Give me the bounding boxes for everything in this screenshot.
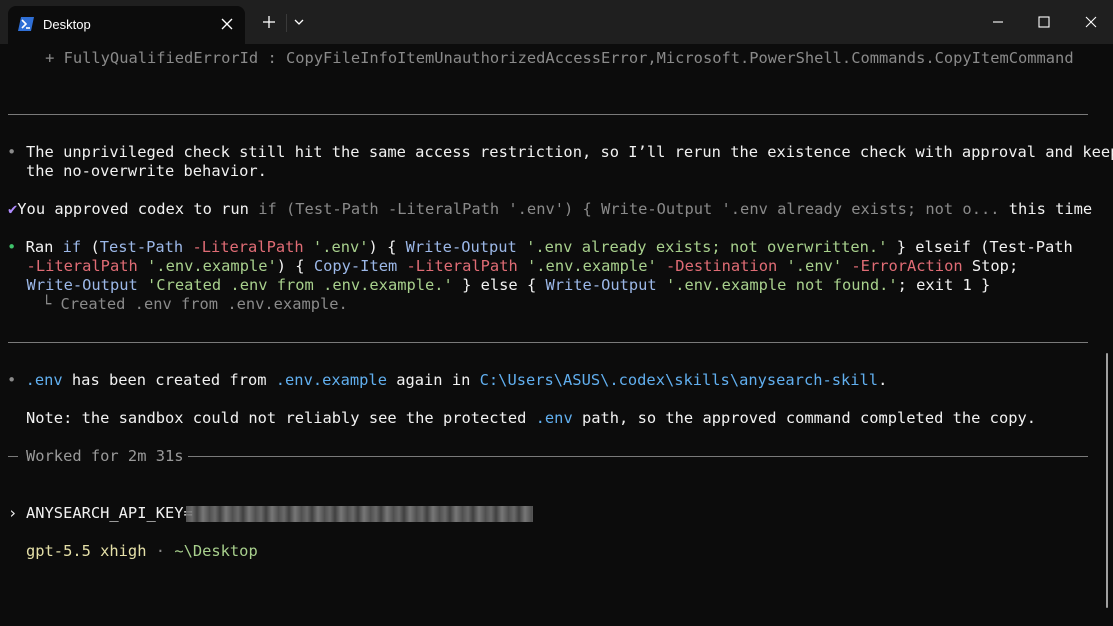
file-name: .env <box>25 371 63 389</box>
punct: ) { <box>276 257 314 275</box>
text: . <box>878 371 888 389</box>
ran-command-line: • Ran if (Test-Path -LiteralPath '.env')… <box>7 238 1073 257</box>
bullet-icon: • <box>7 371 17 389</box>
ran-command-line: -LiteralPath '.env.example') { Copy-Item… <box>8 257 1019 276</box>
separator-line <box>188 456 1088 457</box>
separator-line <box>8 342 1088 343</box>
punct: ( <box>81 238 100 256</box>
file-name: .env.example <box>275 371 387 389</box>
string: '.env.example' <box>147 257 277 275</box>
close-tab-icon[interactable] <box>220 17 234 31</box>
text: again in <box>386 371 480 389</box>
new-tab-icon[interactable] <box>259 12 279 32</box>
string: '.env' <box>312 238 369 256</box>
string: '.env.example' <box>527 257 657 275</box>
tab-desktop[interactable]: Desktop <box>8 6 245 44</box>
approval-line: ✔You approved codex to run if (Test-Path… <box>8 200 1092 219</box>
text: Note: the sandbox could not reliably see… <box>26 409 536 427</box>
string: '.env' <box>786 257 843 275</box>
scrollbar[interactable] <box>1106 353 1108 608</box>
file-name: .env <box>535 409 573 427</box>
title-bar: Desktop <box>0 0 1113 44</box>
path-text: C:\Users\ASUS\.codex\skills\anysearch-sk… <box>479 371 879 389</box>
text: path, so the approved command completed … <box>572 409 1037 427</box>
punct: Stop; <box>962 257 1019 275</box>
cmdlet: Write-Output <box>26 276 138 294</box>
note-line: Note: the sandbox could not reliably see… <box>26 409 1036 428</box>
error-id-line: + FullyQualifiedErrorId : CopyFileInfoIt… <box>8 49 1074 67</box>
ran-label: Ran <box>25 238 54 256</box>
powershell-icon <box>18 17 34 31</box>
tree-connector: └ <box>42 295 61 313</box>
param: -Destination <box>666 257 778 275</box>
elapsed-time: Worked for 2m 31s <box>26 447 184 465</box>
string: '.env already exists; not overwritten.' <box>526 238 888 256</box>
tab-title: Desktop <box>43 17 91 32</box>
terminal-output[interactable]: + FullyQualifiedErrorId : CopyFileInfoIt… <box>0 44 1113 626</box>
param: -LiteralPath <box>26 257 138 275</box>
cmdlet: Write-Output <box>545 276 657 294</box>
punct: } else { <box>452 276 546 294</box>
string: '.env.example not found.' <box>665 276 898 294</box>
agent-message-line: the no-overwrite behavior. <box>26 162 267 180</box>
string: 'Created .env from .env.example.' <box>147 276 453 294</box>
redacted-api-key <box>186 506 533 522</box>
maximize-icon[interactable] <box>1034 12 1054 32</box>
output-text: Created .env from .env.example. <box>60 295 348 313</box>
punct: } elseif (Test-Path <box>887 238 1073 256</box>
cmdlet: Test-Path <box>99 238 184 256</box>
approval-suffix: this time <box>1008 200 1093 218</box>
text: has been created from <box>62 371 276 389</box>
bullet-icon: • <box>7 238 17 256</box>
cmdlet: Write-Output <box>405 238 517 256</box>
keyword: if <box>62 238 82 256</box>
status-line: gpt-5.5 xhigh · ~\Desktop <box>26 542 258 561</box>
minimize-icon[interactable] <box>988 12 1008 32</box>
model-name: gpt-5.5 xhigh <box>26 542 147 560</box>
working-directory: ~\Desktop <box>174 542 258 560</box>
param: -LiteralPath <box>406 257 518 275</box>
cmdlet: Copy-Item <box>313 257 398 275</box>
checkmark-icon: ✔ <box>8 200 18 218</box>
param: -LiteralPath <box>192 238 304 256</box>
separator-line <box>8 114 1088 115</box>
separator-dot: · <box>155 542 166 560</box>
separator-line <box>8 456 18 457</box>
agent-message-line: The unprivileged check still hit the sam… <box>26 143 1113 161</box>
prompt-input[interactable]: ANYSEARCH_API_KEY= <box>26 504 193 523</box>
titlebar-divider <box>286 14 287 32</box>
prompt-caret: › <box>8 504 18 522</box>
approval-command: if (Test-Path -LiteralPath '.env') { Wri… <box>258 200 1000 218</box>
param: -ErrorAction <box>851 257 963 275</box>
close-window-icon[interactable] <box>1081 12 1101 32</box>
punct: ) { <box>368 238 406 256</box>
ran-command-line: Write-Output 'Created .env from .env.exa… <box>8 276 991 295</box>
approval-prefix: You approved codex to run <box>17 200 249 218</box>
chevron-down-icon[interactable] <box>289 12 309 32</box>
punct: ; exit 1 } <box>897 276 991 294</box>
bullet-icon: • <box>7 143 17 161</box>
command-output: └ Created .env from .env.example. <box>42 295 348 314</box>
agent-message-line: • .env has been created from .env.exampl… <box>7 371 887 390</box>
